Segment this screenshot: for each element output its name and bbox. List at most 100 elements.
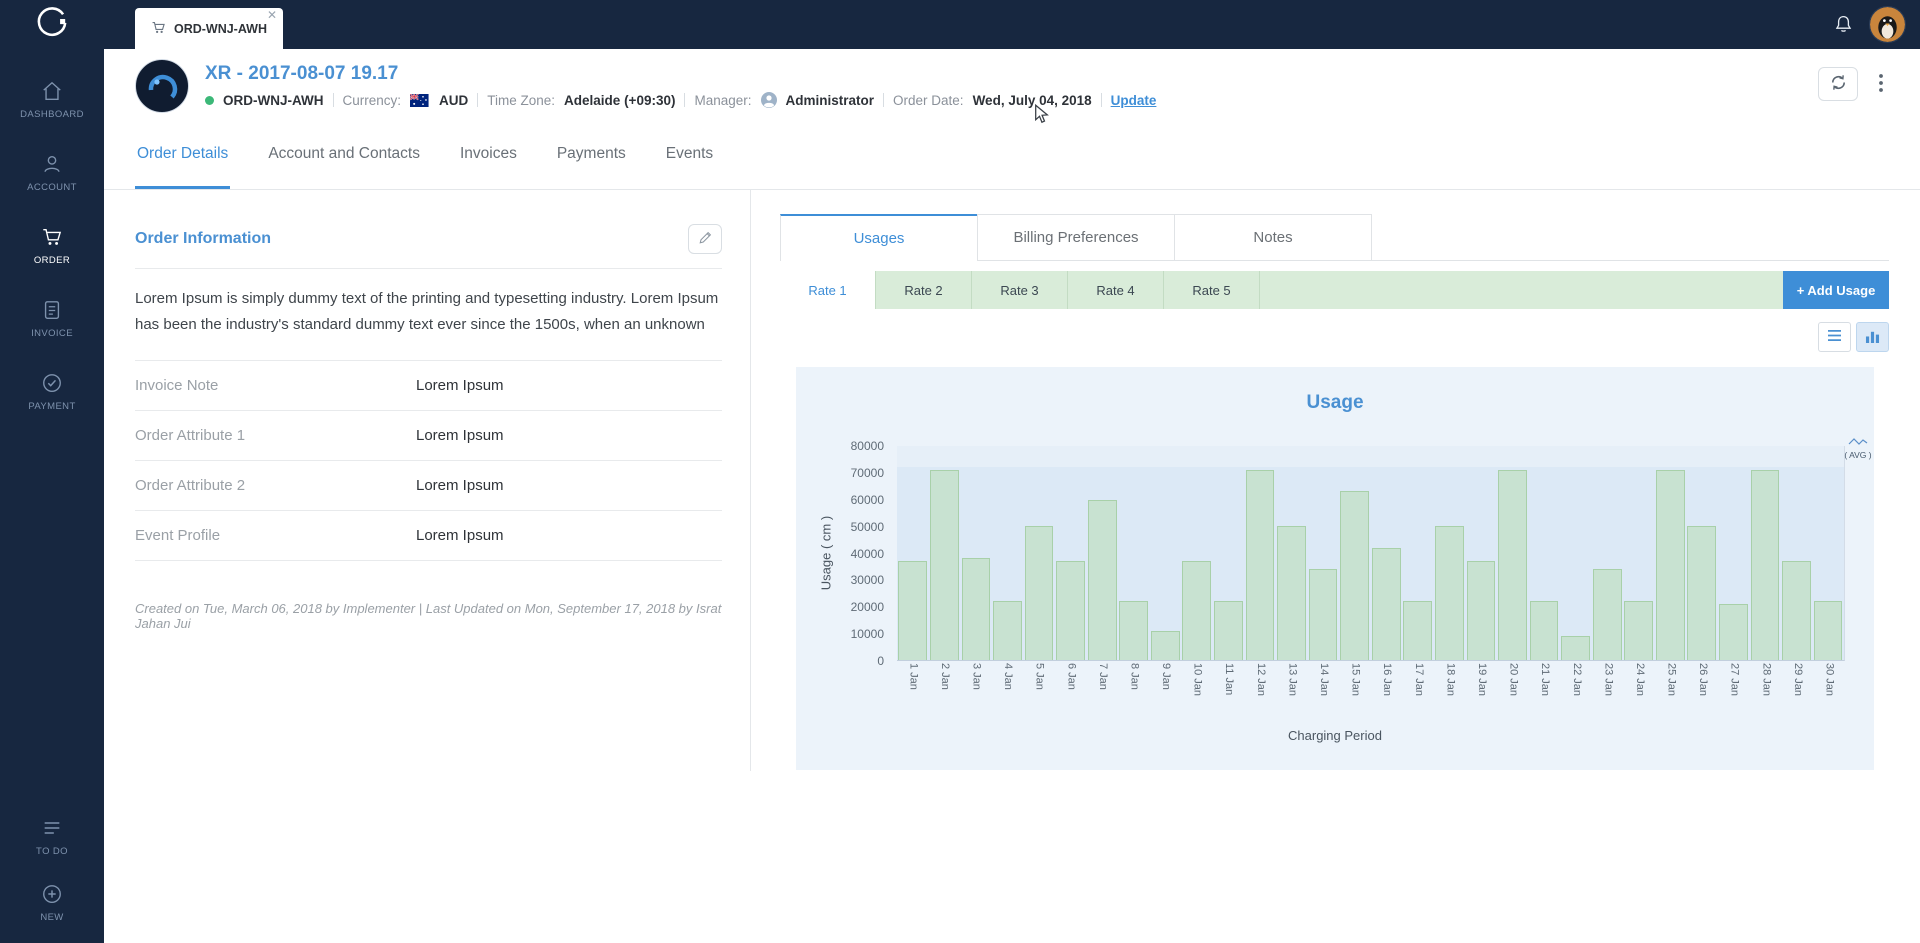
tab-notes[interactable]: Notes	[1174, 214, 1372, 261]
sidebar-item-dashboard[interactable]: DASHBOARD	[0, 63, 104, 136]
sidebar-item-new[interactable]: NEW	[0, 869, 104, 935]
separator	[684, 93, 686, 107]
usage-bar	[1466, 561, 1496, 660]
field-row-order-attribute-2: Order Attribute 2 Lorem Ipsum	[135, 461, 722, 511]
usage-bar	[929, 470, 959, 660]
status-dot	[205, 95, 214, 105]
bar-slot	[1150, 446, 1182, 660]
usage-bar	[1529, 601, 1559, 660]
view-toggle-group	[1818, 322, 1889, 352]
usage-bar	[1687, 526, 1717, 660]
usage-bar	[1214, 601, 1243, 660]
field-label: Order Attribute 2	[135, 476, 246, 494]
chart-view-button[interactable]	[1856, 322, 1889, 352]
order-head-info: XR - 2017-08-07 19.17 ORD-WNJ-AWH Curren…	[205, 63, 1156, 108]
tab-usages[interactable]: Usages	[780, 214, 978, 261]
tab-events[interactable]: Events	[664, 122, 715, 189]
order-information-heading: Order Information	[135, 230, 272, 247]
sidebar-item-order[interactable]: ORDER	[0, 209, 104, 282]
usage-bar	[1340, 491, 1370, 660]
rate-tab-4[interactable]: Rate 4	[1068, 271, 1164, 309]
sidebar-item-account[interactable]: ACCOUNT	[0, 136, 104, 209]
x-axis-title: Charging Period	[1288, 728, 1382, 743]
bar-slot	[1023, 446, 1055, 660]
bar-slot	[1686, 446, 1718, 660]
tab-invoices[interactable]: Invoices	[458, 122, 519, 189]
order-tab-bar: Order Details Account and Contacts Invoi…	[104, 122, 1920, 190]
manager-value: Administrator	[785, 92, 875, 108]
sidebar: DASHBOARD ACCOUNT ORDER INVOICE PAYMENT …	[0, 0, 104, 943]
bar-slot	[1718, 446, 1750, 660]
currency-label: Currency:	[342, 92, 402, 108]
cart-icon	[40, 225, 64, 249]
usage-panel: Usages Billing Preferences Notes Rate 1 …	[780, 190, 1889, 771]
bar-slot	[1655, 446, 1687, 660]
list-view-button[interactable]	[1818, 322, 1851, 352]
usage-bar	[1561, 635, 1590, 660]
sidebar-item-todo[interactable]: TO DO	[0, 803, 104, 869]
usage-bar	[1782, 561, 1811, 660]
bar-slot	[1370, 446, 1402, 660]
bar-slot	[1781, 446, 1813, 660]
add-usage-button[interactable]: + Add Usage	[1783, 271, 1889, 309]
rate-tab-1[interactable]: Rate 1	[780, 271, 876, 309]
order-meta: ORD-WNJ-AWH Currency: AUD Time Zone: Ade…	[205, 92, 1156, 108]
sidebar-item-label: ACCOUNT	[27, 182, 77, 193]
bar-slot	[1812, 446, 1844, 660]
usage-bar	[1434, 526, 1464, 660]
usage-bar	[1813, 601, 1843, 660]
usage-bar	[1308, 569, 1338, 660]
audit-footer: Created on Tue, March 06, 2018 by Implem…	[135, 600, 722, 631]
sidebar-item-label: PAYMENT	[28, 401, 76, 412]
bar-slot	[960, 446, 992, 660]
rate-tab-3[interactable]: Rate 3	[972, 271, 1068, 309]
refresh-button[interactable]	[1818, 67, 1858, 101]
usage-bar	[961, 558, 991, 660]
bar-slot	[1465, 446, 1497, 660]
bar-slot	[1276, 446, 1308, 660]
bar-slot	[1086, 446, 1118, 660]
y-axis-ticks: 80000 70000 60000 50000 40000 30000 20000 10000…	[850, 439, 884, 668]
sidebar-nav: DASHBOARD ACCOUNT ORDER INVOICE PAYMENT	[0, 63, 104, 428]
field-row-event-profile: Event Profile Lorem Ipsum	[135, 511, 722, 561]
field-label: Invoice Note	[135, 376, 219, 394]
app-logo[interactable]	[0, 0, 104, 49]
user-avatar[interactable]	[1869, 6, 1906, 43]
usage-bar	[1150, 630, 1180, 660]
usage-chart-card: Usage Usage ( cm ) 80000 70000 60000 50000 4…	[796, 367, 1874, 770]
bar-slot	[1560, 446, 1592, 660]
bar-slot	[1244, 446, 1276, 660]
kebab-menu-icon	[1872, 72, 1890, 97]
close-icon[interactable]: ✕	[267, 9, 277, 21]
panel-divider	[750, 190, 751, 771]
sidebar-item-payment[interactable]: PAYMENT	[0, 355, 104, 428]
content-area: Order Information Lorem Ipsum is simply …	[104, 190, 1920, 943]
separator	[477, 93, 479, 107]
order-information-header: Order Information	[135, 190, 722, 269]
header-actions	[1818, 67, 1890, 101]
update-link[interactable]: Update	[1111, 93, 1157, 108]
tab-order-details[interactable]: Order Details	[135, 122, 231, 189]
rate-bar-filler	[1260, 271, 1783, 309]
topbar: ORD-WNJ-AWH ✕	[104, 0, 1920, 49]
usage-bar	[1119, 601, 1149, 660]
rate-tab-5[interactable]: Rate 5	[1164, 271, 1260, 309]
rate-tab-bar: Rate 1 Rate 2 Rate 3 Rate 4 Rate 5 + Add…	[780, 271, 1889, 309]
usage-bar	[993, 601, 1022, 660]
document-icon	[40, 298, 64, 322]
bar-slot	[1307, 446, 1339, 660]
usage-tab-bar: Usages Billing Preferences Notes	[780, 214, 1889, 261]
edit-order-info-button[interactable]	[688, 224, 722, 254]
bar-slot	[1623, 446, 1655, 660]
tab-billing-preferences[interactable]: Billing Preferences	[977, 214, 1175, 261]
tab-account-and-contacts[interactable]: Account and Contacts	[266, 122, 422, 189]
rate-tab-2[interactable]: Rate 2	[876, 271, 972, 309]
avg-legend[interactable]: ( AVG )	[1842, 437, 1874, 460]
order-document-tab[interactable]: ORD-WNJ-AWH ✕	[135, 8, 283, 49]
separator	[1100, 93, 1102, 107]
sidebar-item-invoice[interactable]: INVOICE	[0, 282, 104, 355]
tab-payments[interactable]: Payments	[555, 122, 628, 189]
more-options-button[interactable]	[1872, 72, 1890, 97]
notifications-bell-icon[interactable]	[1833, 14, 1854, 35]
field-row-order-attribute-1: Order Attribute 1 Lorem Ipsum	[135, 411, 722, 461]
